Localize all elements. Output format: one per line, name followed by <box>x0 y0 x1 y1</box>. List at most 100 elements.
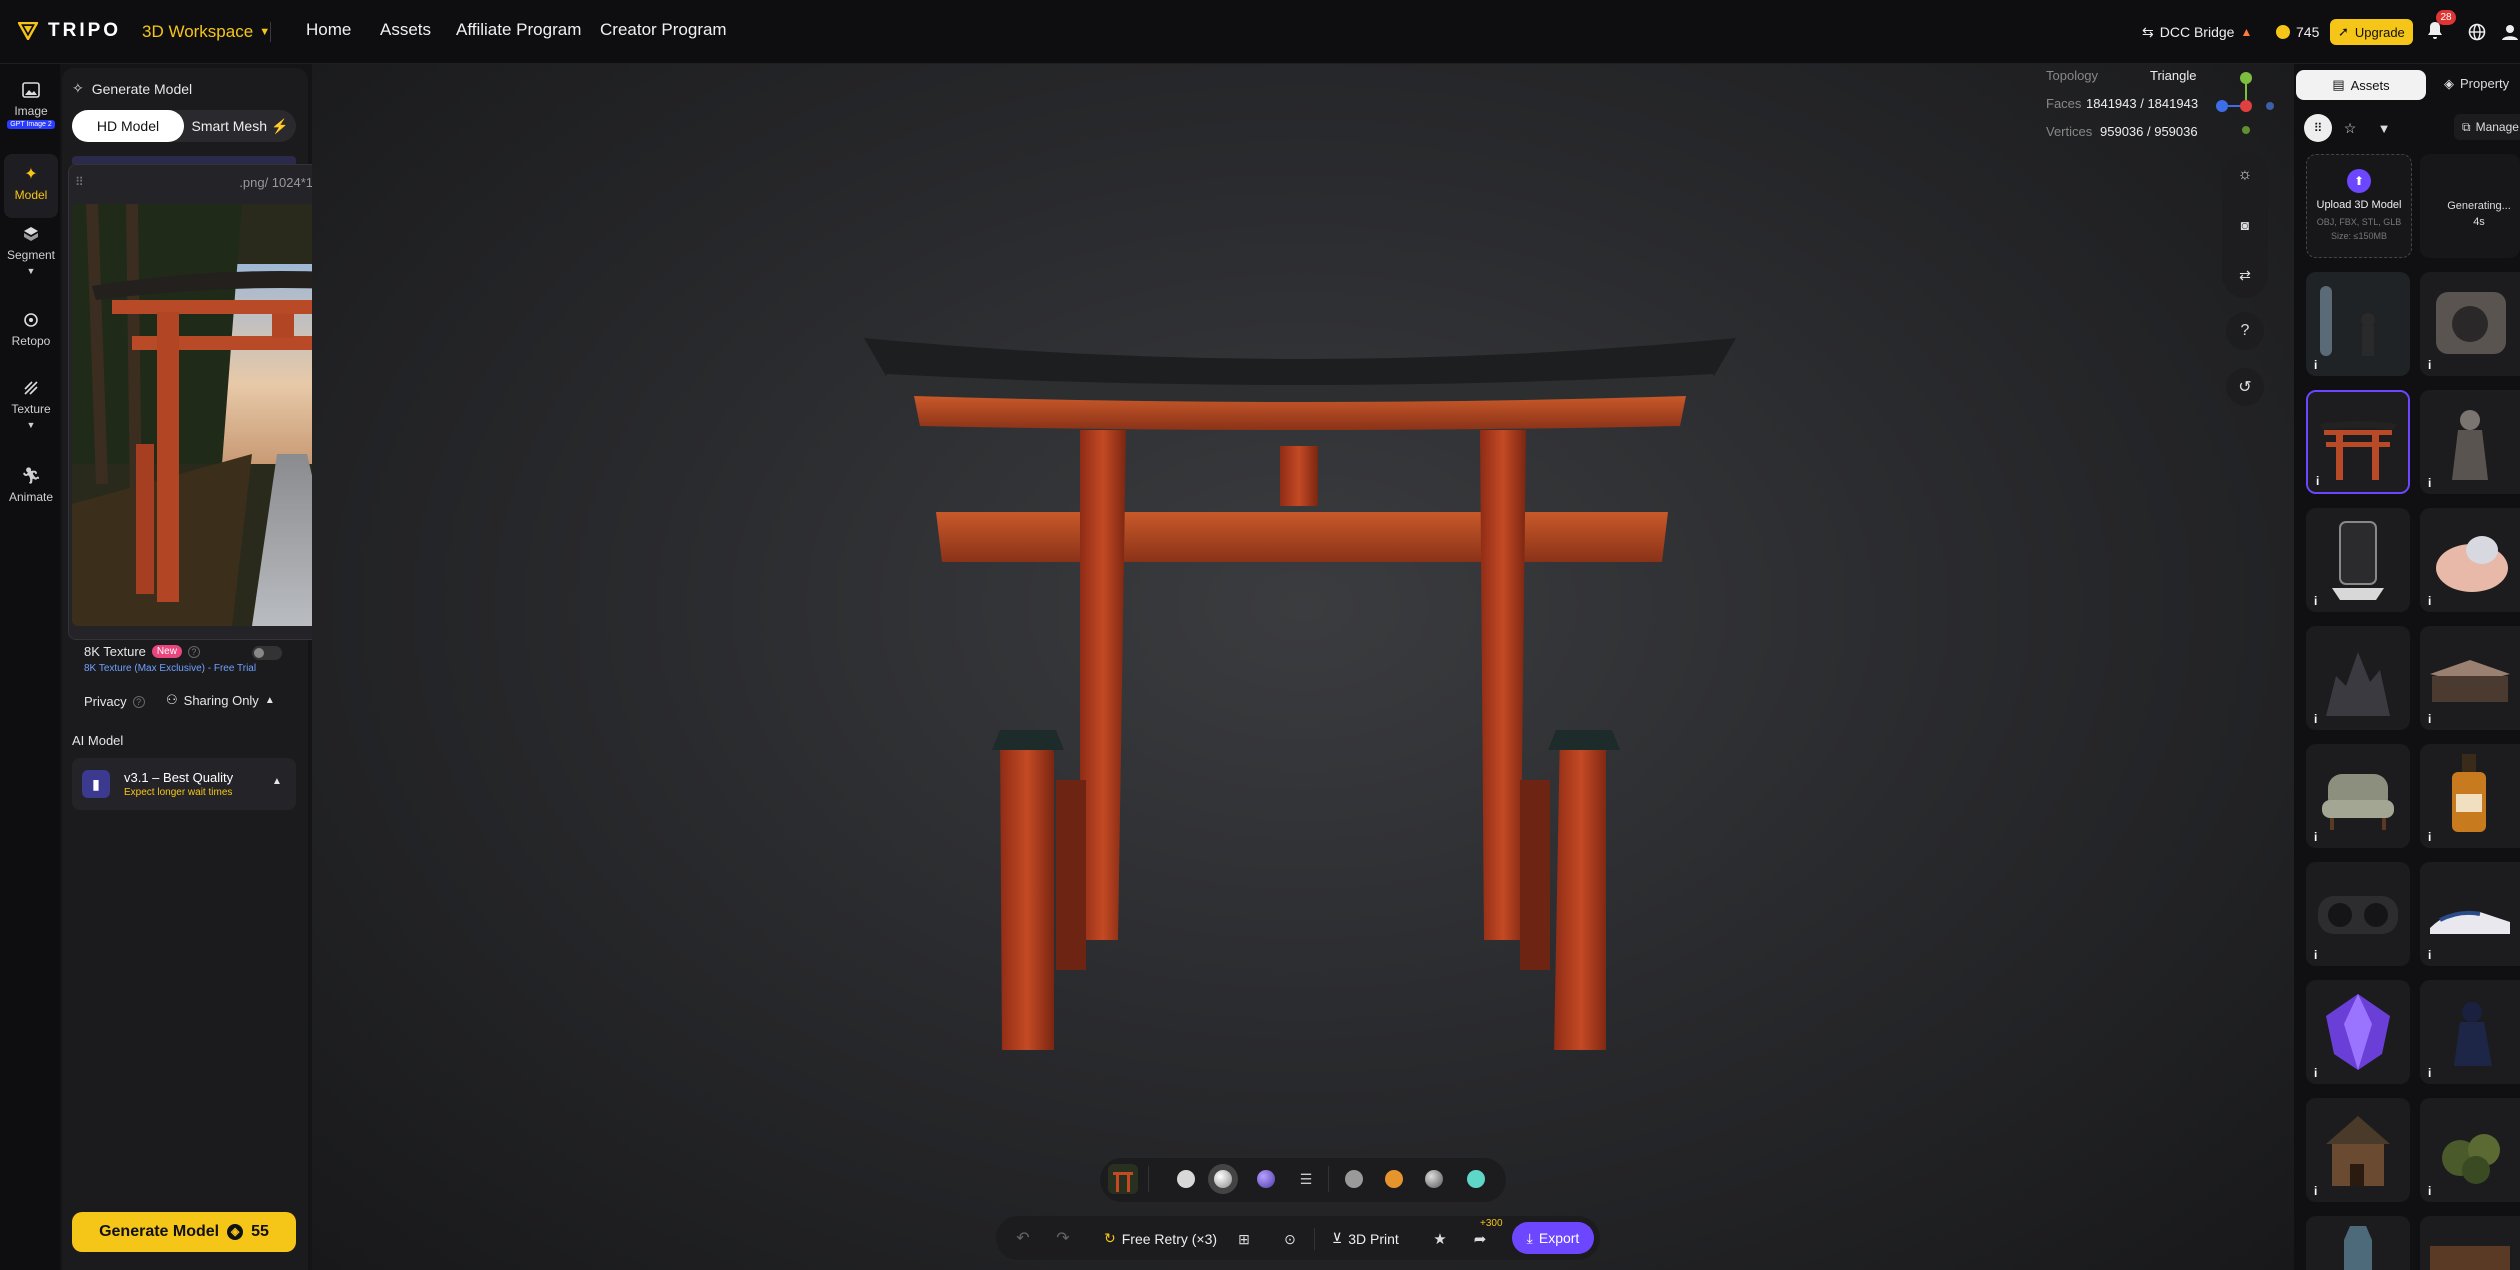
info-icon[interactable]: i <box>2314 1184 2317 1198</box>
rail-texture[interactable]: Texture ▼ <box>4 378 58 430</box>
env-grey-icon[interactable] <box>1345 1170 1363 1188</box>
chevron-down-icon: ▼ <box>26 420 36 430</box>
generating-card[interactable]: Generating... 4s <box>2420 154 2520 258</box>
info-icon[interactable]: i <box>2314 830 2317 844</box>
credits-balance[interactable]: 745 <box>2276 19 2319 45</box>
nav-assets[interactable]: Assets <box>380 20 431 40</box>
logo[interactable]: TRIPO <box>18 20 121 42</box>
normal-mode-icon[interactable] <box>1257 1170 1275 1188</box>
rail-image[interactable]: Image GPT Image 2 <box>4 80 58 129</box>
tab-assets[interactable]: ▤ Assets <box>2296 70 2426 100</box>
info-icon[interactable]: i <box>2428 1184 2431 1198</box>
info-icon[interactable]: i <box>2316 474 2319 488</box>
texture-brush-icon <box>20 378 42 398</box>
asset-thumb[interactable]: i <box>2306 508 2410 612</box>
asset-thumb[interactable]: i <box>2306 626 2410 730</box>
axis-gizmo[interactable] <box>2210 68 2282 140</box>
nav-affiliate-program[interactable]: Affiliate Program <box>456 20 581 40</box>
asset-thumb[interactable]: i <box>2420 1098 2520 1202</box>
divider <box>270 22 271 42</box>
asset-thumb[interactable]: i <box>2420 272 2520 376</box>
hd-model-option[interactable]: HD Model <box>72 110 184 142</box>
free-retry-button[interactable]: ↻ Free Retry (×3) <box>1104 1230 1217 1247</box>
asset-thumb[interactable]: i <box>2420 508 2520 612</box>
asset-thumb[interactable]: i <box>2420 980 2520 1084</box>
asset-thumb[interactable]: i <box>2420 862 2520 966</box>
history-button[interactable]: ↺ <box>2226 368 2264 406</box>
info-icon[interactable]: i <box>2428 830 2431 844</box>
redo-icon[interactable]: ↷ <box>1052 1226 1074 1250</box>
ai-model-selector[interactable]: ▮ v3.1 – Best Quality Expect longer wait… <box>72 758 296 810</box>
filter-icon[interactable]: ▼ <box>2370 114 2398 142</box>
asset-thumb[interactable]: i <box>2420 626 2520 730</box>
info-icon[interactable]: i <box>2314 594 2317 608</box>
texture-8k-toggle[interactable] <box>252 646 282 660</box>
asset-thumb[interactable]: i <box>2306 862 2410 966</box>
asset-thumb[interactable]: i <box>2420 390 2520 494</box>
asset-thumb[interactable] <box>2420 1216 2520 1270</box>
asset-thumb-selected[interactable]: i <box>2306 390 2410 494</box>
help-button[interactable]: ? <box>2226 312 2264 350</box>
info-icon[interactable]: i <box>2314 712 2317 726</box>
tripo-logo-icon <box>18 22 38 40</box>
env-chrome-icon[interactable] <box>1425 1170 1443 1188</box>
account-button[interactable] <box>2500 21 2520 43</box>
info-icon[interactable]: i <box>2428 358 2431 372</box>
export-button[interactable]: ⤓ Export <box>1512 1222 1594 1254</box>
asset-thumb[interactable]: i <box>2306 1098 2410 1202</box>
wireframe-icon[interactable]: ☰ <box>1295 1168 1317 1190</box>
info-icon[interactable]: i <box>2314 1066 2317 1080</box>
share-icon[interactable]: ➦ <box>1468 1228 1492 1250</box>
3d-print-button[interactable]: ⊻ 3D Print <box>1332 1230 1399 1247</box>
generate-model-button[interactable]: Generate Model ◈ 55 <box>72 1212 296 1252</box>
sharing-dropdown[interactable]: ⚇ Sharing Only ▲ <box>166 692 275 708</box>
asset-thumb[interactable]: i <box>2306 272 2410 376</box>
globe-icon <box>2468 23 2486 41</box>
env-orange-icon[interactable] <box>1385 1170 1403 1188</box>
material-mode-button[interactable] <box>1208 1164 1238 1194</box>
upgrade-button[interactable]: ➚ Upgrade <box>2330 19 2413 45</box>
torii-gate-model[interactable] <box>860 330 1740 1050</box>
undo-icon[interactable]: ↶ <box>1012 1226 1034 1250</box>
asset-thumb[interactable] <box>2306 1216 2410 1270</box>
camera-icon[interactable]: ◙ <box>2230 210 2260 240</box>
info-icon[interactable]: i <box>2428 712 2431 726</box>
info-icon[interactable]: i <box>2314 948 2317 962</box>
tab-property[interactable]: ◈ Property <box>2444 76 2509 92</box>
texture-8k-note[interactable]: 8K Texture (Max Exclusive) - Free Trial <box>84 663 256 674</box>
ar-view-icon[interactable]: ⊙ <box>1278 1228 1302 1250</box>
env-teal-icon[interactable] <box>1467 1170 1485 1188</box>
upload-3d-model[interactable]: ⬆ Upload 3D Model OBJ, FBX, STL, GLB Siz… <box>2306 154 2412 258</box>
gift-icon[interactable]: ⊞ <box>1232 1228 1256 1250</box>
nav-home[interactable]: Home <box>306 20 351 40</box>
info-icon[interactable]: i <box>2428 948 2431 962</box>
workspace-dropdown[interactable]: 3D Workspace ▼ <box>138 18 274 46</box>
favorites-filter-icon[interactable]: ☆ <box>2336 114 2364 142</box>
rail-model[interactable]: ✦ Model <box>4 154 58 218</box>
rail-retopo[interactable]: Retopo <box>4 310 58 348</box>
asset-thumb[interactable]: i <box>2306 980 2410 1084</box>
reference-thumb[interactable] <box>1108 1164 1138 1194</box>
settings-sliders-icon[interactable]: ⇄ <box>2230 260 2260 290</box>
smart-mesh-option[interactable]: Smart Mesh ⚡ <box>184 110 296 142</box>
asset-thumb[interactable]: i <box>2420 744 2520 848</box>
asset-thumb[interactable]: i <box>2306 744 2410 848</box>
dcc-bridge-button[interactable]: ⇆ DCC Bridge ▲ <box>2142 19 2252 45</box>
manage-button[interactable]: ⧉ Manage <box>2454 114 2520 140</box>
nav-creator-program[interactable]: Creator Program <box>600 20 727 40</box>
solid-mode-icon[interactable] <box>1177 1170 1195 1188</box>
download-icon: ⤓ <box>1526 1229 1533 1246</box>
grid-view-icon[interactable]: ⠿ <box>2304 114 2332 142</box>
notifications-button[interactable]: 28 <box>2426 10 2456 42</box>
favorite-star-icon[interactable]: ★ <box>1428 1228 1452 1250</box>
rail-segment[interactable]: Segment ▼ <box>4 224 58 276</box>
brand-name: TRIPO <box>48 20 122 41</box>
tool-rail: Image GPT Image 2 ✦ Model Segment ▼ Reto… <box>0 64 60 1270</box>
info-icon[interactable]: i <box>2428 476 2431 490</box>
info-icon[interactable]: i <box>2428 1066 2431 1080</box>
lighting-icon[interactable]: ☼ <box>2230 160 2260 190</box>
rail-animate[interactable]: 🏃︎ Animate <box>4 466 58 504</box>
language-button[interactable] <box>2466 21 2488 43</box>
info-icon[interactable]: i <box>2314 358 2317 372</box>
info-icon[interactable]: i <box>2428 594 2431 608</box>
